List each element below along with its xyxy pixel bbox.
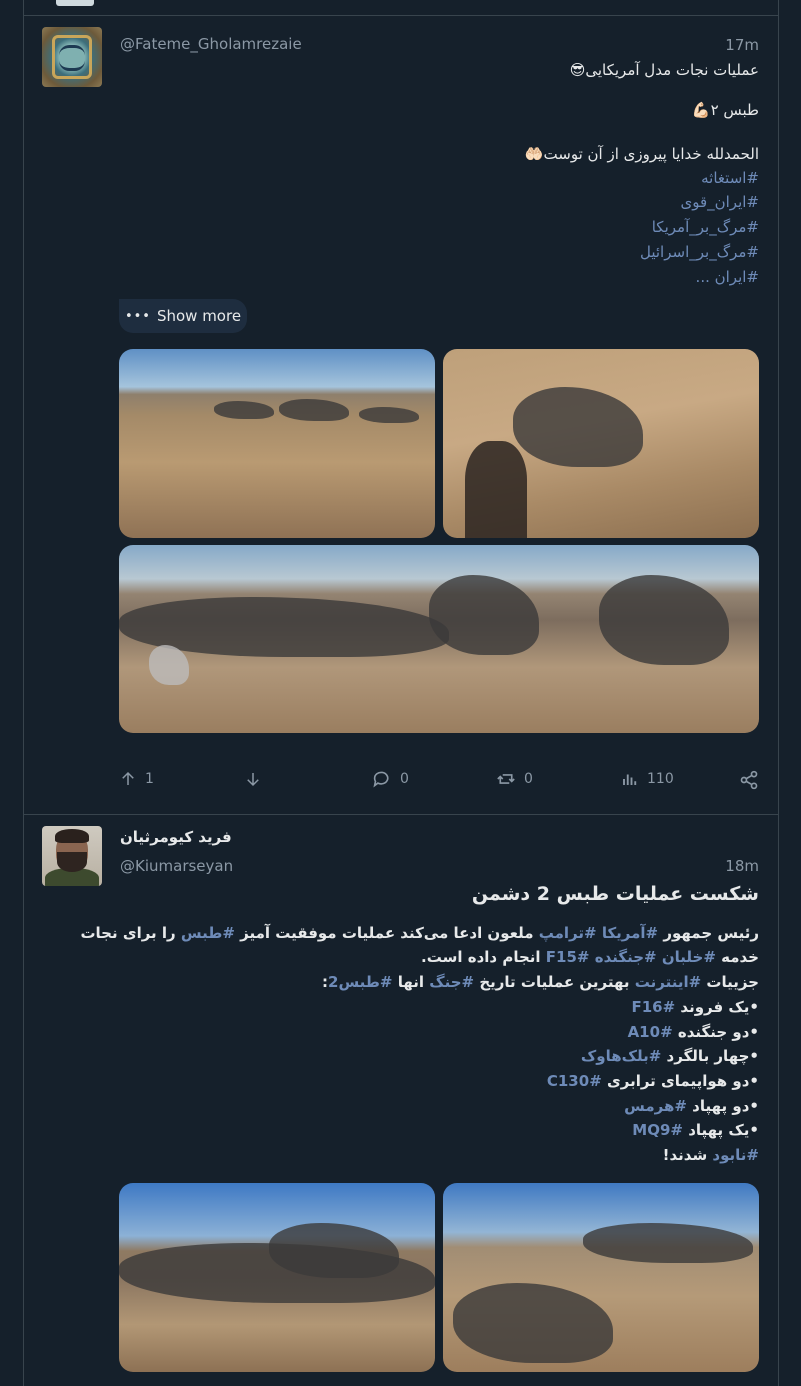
post-text-line: طبس ۲💪🏻 (691, 101, 759, 119)
repost-count: 0 (524, 771, 533, 787)
hashtag-link[interactable]: #طبس (181, 924, 235, 942)
views-button[interactable]: 110 (621, 770, 674, 788)
wreckage (279, 399, 349, 421)
repost-button[interactable]: 0 (496, 770, 533, 788)
more-dots-icon: ••• (124, 308, 151, 324)
hashtag-link[interactable]: #بلک‌هاوک (581, 1047, 661, 1065)
post-text-line: #نابود شدند! (662, 1146, 759, 1164)
post-text-line: عملیات نجات مدل آمریکایی😎 (569, 61, 759, 79)
list-item: •دو هواپیمای ترابری #C130 (546, 1072, 759, 1090)
wreckage (583, 1223, 753, 1263)
wreckage (429, 575, 539, 655)
hashtag-link[interactable]: #C130 (547, 1072, 602, 1090)
post-image[interactable] (119, 545, 759, 733)
retweet-up-count: 1 (145, 771, 154, 787)
hashtag-link[interactable]: #خلبان (662, 948, 716, 966)
person-shadow (465, 441, 527, 538)
timeline-border-right (778, 0, 779, 1386)
previous-post-fragment (56, 0, 94, 6)
show-more-button[interactable]: ••• Show more (119, 299, 247, 333)
post-text-line: خدمه #خلبان #جنگنده #F15 انجام داده است. (421, 948, 759, 966)
hashtag-link[interactable]: #نابود (712, 1146, 759, 1164)
post-time[interactable]: 18m (725, 857, 759, 875)
comment-count: 0 (400, 771, 409, 787)
views-count: 110 (647, 771, 674, 787)
avatar[interactable] (42, 826, 102, 886)
post-separator (23, 15, 779, 16)
avatar-beard (57, 852, 87, 872)
hashtag-link[interactable]: #ترامپ (539, 924, 597, 942)
post-title: شکست عملیات طبس 2 دشمن (471, 883, 759, 905)
post-image[interactable] (443, 1183, 759, 1372)
hashtag-link[interactable]: #مرگ_بر_آمریکا (652, 218, 759, 236)
hashtag-link[interactable]: #MQ9 (632, 1121, 683, 1139)
post-image[interactable] (443, 349, 759, 538)
wreckage (453, 1283, 613, 1363)
views-icon (623, 774, 637, 785)
hashtag-link[interactable]: #F15 (546, 948, 590, 966)
wreckage (214, 401, 274, 419)
show-more-label: Show more (156, 307, 242, 325)
username-handle[interactable]: @Fateme_Gholamrezaie (120, 35, 302, 53)
repost-icon (497, 774, 515, 784)
wreckage (513, 387, 643, 467)
post-separator (23, 814, 779, 815)
list-item: •دو پهپاد #هرمس (624, 1097, 759, 1115)
post-time[interactable]: 17m (725, 36, 759, 54)
wreckage (149, 645, 189, 685)
wreckage (599, 575, 729, 665)
timeline-border-left (23, 0, 24, 1386)
comment-button[interactable]: 0 (372, 770, 409, 788)
list-item: •چهار بالگرد #بلک‌هاوک (580, 1047, 759, 1065)
avatar-calligraphy (59, 45, 85, 71)
hashtag-link[interactable]: #جنگنده (595, 948, 657, 966)
avatar-hair (55, 829, 89, 843)
post-image[interactable] (119, 1183, 435, 1372)
post-actions: 1 0 0 110 (119, 770, 759, 796)
retweet-up-icon (122, 771, 134, 785)
display-name[interactable]: فرید کیومرثیان (120, 828, 232, 846)
list-item: •یک پهپاد #MQ9 (632, 1121, 759, 1139)
share-icon (740, 770, 758, 790)
username-handle[interactable]: @Kiumarseyan (120, 857, 233, 875)
post-text-line: رئیس جمهور #آمریکا #ترامپ ملعون ادعا می‌… (80, 924, 759, 942)
list-item: •یک فروند #F16 (631, 998, 760, 1016)
hashtag-link[interactable]: #هرمس (624, 1097, 687, 1115)
download-icon (247, 773, 259, 787)
hashtag-link[interactable]: #آمریکا (602, 924, 658, 942)
share-button[interactable] (739, 770, 759, 790)
post-text-line: الحمدلله خدایا پیروزی از آن توست🤲🏻 (524, 145, 759, 163)
hashtag-link[interactable]: #طبس2 (328, 973, 392, 991)
list-item: •دو جنگنده #A10 (627, 1023, 759, 1041)
post-image[interactable] (119, 349, 435, 538)
hashtag-link[interactable]: #A10 (628, 1023, 673, 1041)
avatar[interactable] (42, 27, 102, 87)
download-button[interactable] (244, 770, 262, 788)
wreckage (269, 1223, 399, 1278)
comment-icon (373, 771, 389, 788)
hashtag-link[interactable]: #مرگ_بر_اسرائیل (640, 243, 759, 261)
hashtag-link[interactable]: #جنگ (429, 973, 474, 991)
retweet-up-button[interactable]: 1 (119, 770, 154, 788)
hashtag-link[interactable]: #اینترنت (635, 973, 701, 991)
wreckage (359, 407, 419, 423)
hashtag-link[interactable]: #ایران ... (696, 268, 759, 286)
hashtag-link[interactable]: #استغاثه (701, 169, 759, 187)
post-text-line: جزییات #اینترنت بهترین عملیات تاریخ #جنگ… (322, 973, 759, 991)
hashtag-link[interactable]: #F16 (632, 998, 676, 1016)
hashtag-link[interactable]: #ایران_قوی (680, 193, 759, 211)
